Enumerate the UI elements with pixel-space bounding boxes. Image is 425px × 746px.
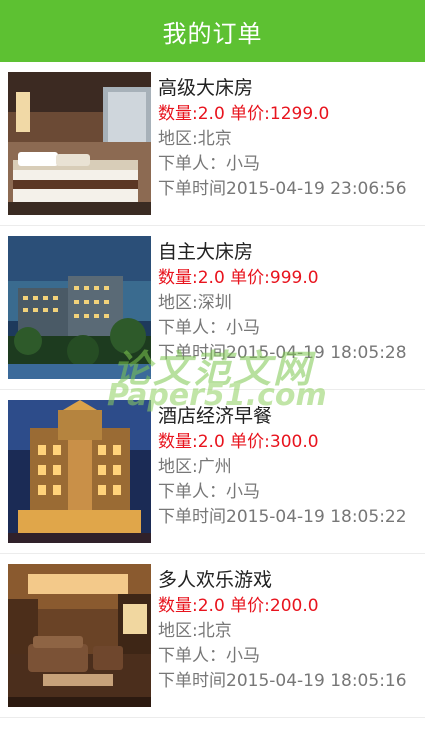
order-item[interactable]: 多人欢乐游戏 数量:2.0 单价:200.0 地区:北京 下单人：小马 下单时间… — [0, 554, 425, 718]
order-title: 高级大床房 — [158, 77, 254, 99]
order-item[interactable]: 自主大床房 数量:2.0 单价:999.0 地区:深圳 下单人：小马 下单时间2… — [0, 226, 425, 390]
order-time: 下单时间2015-04-19 18:05:28 — [158, 343, 407, 363]
hotel-night-icon — [8, 400, 151, 543]
order-region: 地区:北京 — [158, 129, 232, 149]
order-time: 下单时间2015-04-19 23:06:56 — [158, 179, 407, 199]
order-item[interactable]: 酒店经济早餐 数量:2.0 单价:300.0 地区:广州 下单人：小马 下单时间… — [0, 390, 425, 554]
order-price: 数量:2.0 单价:300.0 — [158, 432, 319, 452]
order-title: 酒店经济早餐 — [158, 405, 273, 427]
order-region: 地区:广州 — [158, 457, 232, 477]
order-region: 地区:北京 — [158, 621, 232, 641]
order-price: 数量:2.0 单价:999.0 — [158, 268, 319, 288]
order-price: 数量:2.0 单价:1299.0 — [158, 104, 330, 124]
order-item[interactable]: 高级大床房 数量:2.0 单价:1299.0 地区:北京 下单人：小马 下单时间… — [0, 62, 425, 226]
app-header: 我的订单 — [0, 0, 425, 62]
hotel-room-icon — [8, 72, 151, 215]
order-buyer: 下单人：小马 — [158, 482, 260, 502]
lounge-icon — [8, 564, 151, 707]
order-buyer: 下单人：小马 — [158, 154, 260, 174]
order-buyer: 下单人：小马 — [158, 646, 260, 666]
order-time: 下单时间2015-04-19 18:05:16 — [158, 671, 407, 691]
order-list[interactable]: 高级大床房 数量:2.0 单价:1299.0 地区:北京 下单人：小马 下单时间… — [0, 62, 425, 718]
order-region: 地区:深圳 — [158, 293, 232, 313]
order-time: 下单时间2015-04-19 18:05:22 — [158, 507, 407, 527]
order-title: 自主大床房 — [158, 241, 254, 263]
hotel-building-icon — [8, 236, 151, 379]
order-buyer: 下单人：小马 — [158, 318, 260, 338]
order-price: 数量:2.0 单价:200.0 — [158, 596, 319, 616]
order-title: 多人欢乐游戏 — [158, 569, 273, 591]
page-title: 我的订单 — [162, 19, 263, 48]
